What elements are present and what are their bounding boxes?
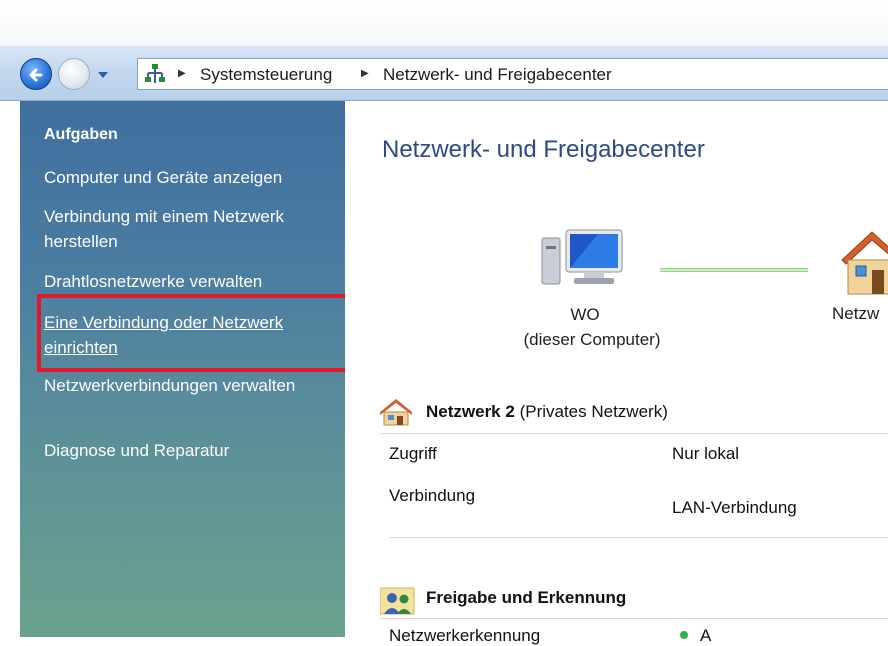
sidebar-link-netzwerkverbindungen[interactable]: Netzwerkverbindungen verwalten bbox=[44, 373, 324, 398]
breadcrumb[interactable]: ▶ Systemsteuerung ▶ Netzwerk- und Freiga… bbox=[137, 58, 888, 90]
breadcrumb-current[interactable]: Netzwerk- und Freigabecenter bbox=[383, 65, 612, 85]
breadcrumb-separator-icon: ▶ bbox=[361, 68, 369, 79]
forward-arrow-icon bbox=[65, 65, 85, 85]
divider bbox=[380, 618, 888, 619]
sidebar-link-verbindung-herstellen[interactable]: Verbindung mit einem Netzwerk herstellen bbox=[44, 204, 324, 254]
network-section-header: Netzwerk 2 (Privates Netzwerk) bbox=[426, 402, 668, 422]
zugriff-label: Zugriff bbox=[389, 444, 437, 463]
computer-subtitle: (dieser Computer) bbox=[523, 330, 661, 349]
sidebar-link-diagnose[interactable]: Diagnose und Reparatur bbox=[44, 438, 324, 463]
computer-name: WO bbox=[570, 305, 600, 324]
breadcrumb-systemsteuerung[interactable]: Systemsteuerung bbox=[200, 65, 332, 85]
house-icon bbox=[380, 399, 412, 426]
verbindung-label: Verbindung bbox=[389, 486, 476, 505]
sidebar-link-drahtlosnetzwerke[interactable]: Drahtlosnetzwerke verwalten bbox=[44, 269, 324, 294]
back-arrow-icon bbox=[29, 68, 43, 82]
verbindung-value[interactable]: LAN-Verbindung bbox=[672, 498, 797, 518]
users-icon bbox=[380, 587, 415, 615]
sharing-section-header: Freigabe und Erkennung bbox=[426, 588, 626, 608]
back-button[interactable] bbox=[20, 58, 52, 90]
breadcrumb-separator-icon: ▶ bbox=[178, 68, 186, 79]
divider bbox=[380, 433, 888, 434]
zugriff-value: Nur lokal bbox=[672, 444, 740, 463]
connection-line bbox=[660, 268, 808, 272]
address-bar: ▶ Systemsteuerung ▶ Netzwerk- und Freiga… bbox=[0, 46, 888, 101]
window-titlebar bbox=[0, 0, 888, 50]
netzwerkerkennung-label: Netzwerkerkennung bbox=[389, 626, 541, 645]
dropdown-arrow-icon[interactable] bbox=[96, 70, 110, 80]
computer-icon bbox=[541, 229, 623, 285]
sharing-title: Freigabe und Erkennung bbox=[426, 588, 627, 607]
forward-button[interactable] bbox=[58, 58, 90, 90]
main-content bbox=[345, 101, 888, 637]
house-icon bbox=[841, 231, 888, 295]
netzwerkerkennung-value: A bbox=[700, 626, 712, 645]
divider bbox=[389, 537, 888, 538]
network-tree-icon bbox=[145, 64, 165, 83]
highlight-box bbox=[37, 294, 350, 372]
network-type: (Privates Netzwerk) bbox=[519, 402, 668, 421]
page-title: Netzwerk- und Freigabecenter bbox=[382, 136, 705, 163]
network-name: Netzwerk 2 bbox=[426, 402, 515, 421]
status-on-icon bbox=[680, 631, 688, 639]
sidebar-link-computer-geraete[interactable]: Computer und Geräte anzeigen bbox=[44, 165, 324, 190]
sidebar-heading: Aufgaben bbox=[44, 126, 118, 143]
network-node-label[interactable]: Netzw bbox=[832, 304, 879, 324]
